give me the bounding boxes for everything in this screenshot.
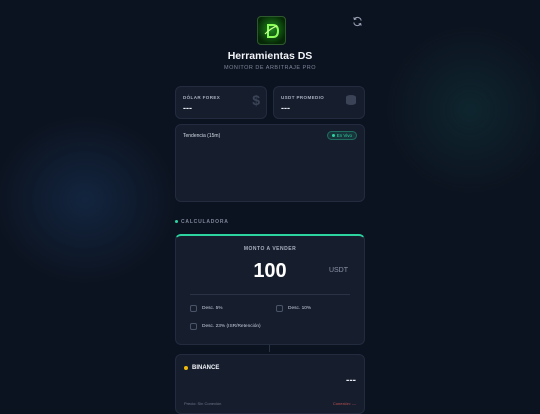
usdt-value: ---: [281, 103, 290, 113]
calculator-card: MONTO A VENDER 100 USDT Desc. 5% Desc. 1…: [175, 234, 365, 345]
forex-label: DÓLAR FOREX: [183, 95, 221, 100]
amount-label: MONTO A VENDER: [243, 246, 297, 252]
amount-unit: USDT: [328, 267, 348, 274]
binance-connection: Conexión: ---: [332, 401, 356, 406]
live-badge-label: En Vivo: [336, 133, 352, 138]
binance-card: BINANCE --- Precio: Sin Conexión Conexió…: [175, 354, 365, 414]
logo-mark-icon: [264, 23, 279, 38]
refresh-icon[interactable]: [352, 16, 363, 27]
discount-5-option[interactable]: Desc. 5%: [190, 305, 223, 312]
live-dot-icon: [331, 134, 335, 138]
connector-line: [269, 345, 270, 352]
discount-5-label: Desc. 5%: [202, 306, 223, 311]
trend-label: Tendencia (15m): [183, 133, 221, 139]
discount-10-checkbox[interactable]: [276, 305, 283, 312]
discount-5-checkbox[interactable]: [190, 305, 197, 312]
usdt-card: USDT PROMEDIO ---: [273, 86, 365, 119]
binance-status: Precio: Sin Conexión: [184, 401, 222, 406]
discount-10-label: Desc. 10%: [288, 306, 312, 311]
forex-card: DÓLAR FOREX --- $: [175, 86, 267, 119]
section-dot-icon: [175, 220, 178, 224]
forex-value: ---: [183, 103, 192, 113]
app-title: Herramientas DS: [227, 50, 313, 62]
calculator-title-text: CALCULADORA: [181, 219, 229, 225]
app-logo: [257, 16, 286, 45]
binance-name: BINANCE: [192, 365, 220, 371]
binance-title: BINANCE: [184, 365, 219, 371]
divider: [190, 294, 350, 295]
app-subtitle: MONITOR DE ARBITRAJE PRO: [224, 65, 316, 71]
binance-value: ---: [346, 375, 356, 386]
usdt-label: USDT PROMEDIO: [281, 95, 325, 100]
binance-dot-icon: [184, 366, 188, 370]
discount-10-option[interactable]: Desc. 10%: [276, 305, 311, 312]
live-badge: En Vivo: [326, 131, 357, 140]
discount-23-option[interactable]: Desc. 23% (ISR/Retención): [190, 323, 261, 330]
discount-23-checkbox[interactable]: [190, 323, 197, 330]
trend-card: Tendencia (15m) En Vivo: [175, 124, 365, 202]
dollar-icon: $: [252, 92, 260, 108]
calculator-section-title: CALCULADORA: [175, 219, 229, 225]
discount-23-label: Desc. 23% (ISR/Retención): [202, 324, 261, 329]
coins-icon: [346, 95, 356, 105]
